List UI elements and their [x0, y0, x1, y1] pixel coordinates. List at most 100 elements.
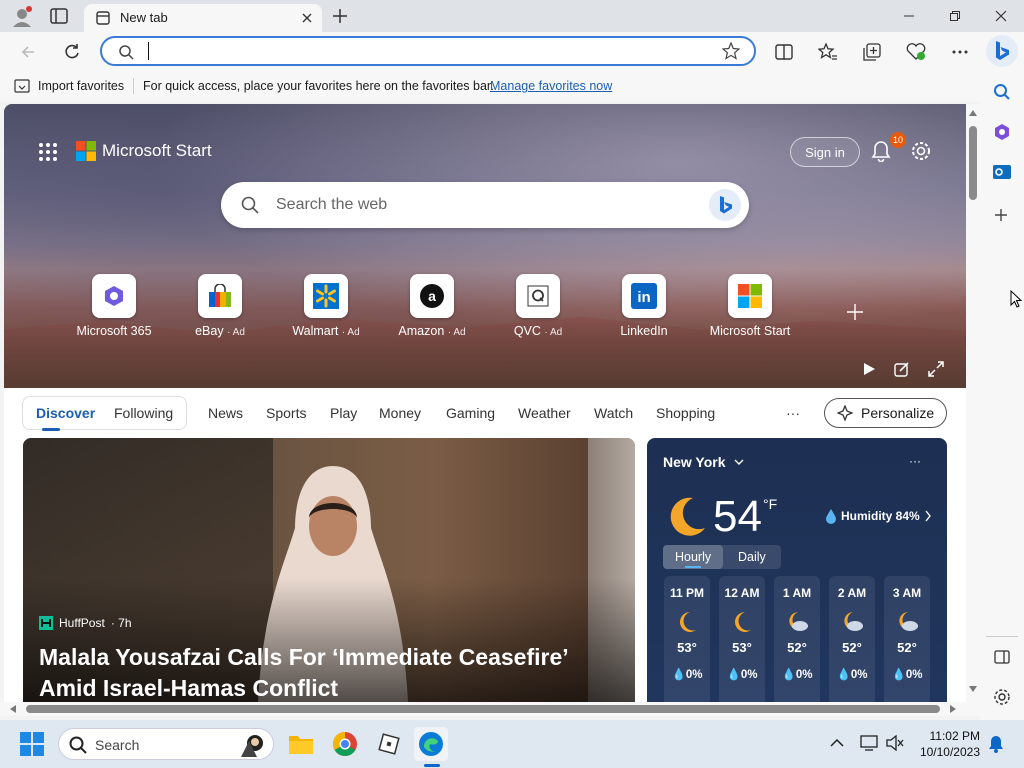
hour-time: 11 PM — [669, 586, 705, 600]
tab-hourly[interactable]: Hourly — [675, 550, 711, 564]
app-launcher-icon[interactable] — [38, 142, 58, 162]
hour-precip: 💧0% — [719, 667, 765, 681]
tab-following[interactable]: Following — [114, 405, 173, 421]
sidebar-search-icon[interactable] — [993, 83, 1011, 101]
tab-new-tab[interactable]: New tab — [84, 4, 322, 32]
page-settings-icon[interactable] — [910, 140, 932, 162]
microsoft-365-icon[interactable] — [993, 123, 1011, 141]
huffpost-logo-icon — [39, 616, 53, 630]
tab-news[interactable]: News — [208, 405, 243, 421]
volume-muted-icon[interactable] — [886, 735, 904, 751]
expand-icon[interactable] — [928, 361, 944, 377]
bing-copilot-icon[interactable] — [986, 35, 1018, 67]
weather-card[interactable]: New York ··· 54 °F Humidity 84% Hourly D… — [647, 438, 947, 702]
refresh-button[interactable] — [58, 38, 86, 66]
news-headline[interactable]: Malala Yousafzai Calls For ‘Immediate Ce… — [39, 642, 599, 702]
taskbar-search-box[interactable]: Search — [58, 728, 274, 760]
sidebar-settings-icon[interactable] — [993, 688, 1011, 706]
show-hidden-icons-chevron-icon[interactable] — [830, 738, 844, 748]
scroll-up-arrow-icon[interactable] — [969, 110, 977, 116]
address-bar[interactable] — [100, 36, 756, 66]
scroll-right-arrow-icon[interactable] — [950, 705, 956, 713]
tile-microsoft-start[interactable]: Microsoft Start — [700, 274, 800, 338]
notifications-bell-icon[interactable] — [870, 140, 892, 162]
system-clock[interactable]: 11:02 PM 10/10/2023 — [910, 728, 980, 760]
close-window-button[interactable] — [978, 0, 1024, 32]
more-tabs-button[interactable]: ··· — [786, 405, 800, 421]
tile-label: Microsoft 365 — [76, 324, 152, 338]
microsoft-start-tile-icon — [728, 274, 772, 318]
active-app-indicator — [424, 764, 440, 767]
tab-actions-icon[interactable] — [50, 8, 68, 24]
tile-ebay[interactable]: eBay · Ad — [170, 274, 270, 338]
tab-shopping[interactable]: Shopping — [656, 405, 715, 421]
tile-linkedin[interactable]: in LinkedIn — [594, 274, 694, 338]
file-explorer-icon[interactable] — [284, 727, 318, 761]
roblox-icon[interactable] — [372, 727, 406, 761]
tab-discover[interactable]: Discover — [36, 405, 95, 421]
sign-in-button[interactable]: Sign in — [790, 137, 860, 167]
bing-chat-icon[interactable] — [709, 189, 741, 221]
restore-button[interactable] — [932, 0, 978, 32]
edge-taskbar-icon[interactable] — [414, 727, 448, 761]
microsoft-start-logo[interactable]: Microsoft Start — [76, 141, 212, 161]
vertical-scrollbar[interactable] — [966, 104, 980, 702]
settings-and-more-icon[interactable] — [946, 38, 974, 66]
split-screen-icon[interactable] — [770, 38, 798, 66]
new-tab-button[interactable] — [332, 8, 348, 24]
tab-money[interactable]: Money — [379, 405, 421, 421]
network-icon[interactable] — [860, 735, 878, 751]
scroll-down-arrow-icon[interactable] — [969, 686, 977, 692]
personalize-button[interactable]: Personalize — [824, 398, 947, 428]
chevron-right-icon — [925, 510, 931, 522]
weather-location[interactable]: New York — [663, 454, 744, 470]
manage-favorites-link[interactable]: Manage favorites now — [490, 79, 612, 93]
close-tab-icon[interactable] — [300, 11, 314, 25]
tile-qvc[interactable]: QVC · Ad — [488, 274, 588, 338]
horizontal-scrollbar[interactable] — [0, 702, 980, 716]
minimize-button[interactable] — [886, 0, 932, 32]
outlook-icon[interactable] — [993, 163, 1011, 181]
tab-watch[interactable]: Watch — [594, 405, 633, 421]
tile-walmart[interactable]: Walmart · Ad — [276, 274, 376, 338]
tile-amazon[interactable]: a Amazon · Ad — [382, 274, 482, 338]
back-button[interactable] — [14, 38, 42, 66]
import-favorites-button[interactable]: Import favorites — [38, 79, 124, 93]
news-card[interactable]: HuffPost · 7h Malala Yousafzai Calls For… — [23, 438, 635, 702]
notification-bell-icon[interactable] — [988, 735, 1004, 753]
windows-start-icon[interactable] — [20, 732, 44, 756]
search-icon — [118, 44, 134, 60]
tab-weather[interactable]: Weather — [518, 405, 571, 421]
hour-precip: 💧0% — [664, 667, 710, 681]
tab-daily[interactable]: Daily — [738, 550, 766, 564]
vertical-scroll-thumb[interactable] — [969, 126, 977, 200]
humidity-link[interactable]: Humidity 84% — [825, 508, 932, 524]
hour-time: 1 AM — [782, 586, 812, 600]
tab-gaming[interactable]: Gaming — [446, 405, 495, 421]
collections-icon[interactable] — [858, 38, 886, 66]
walmart-spark-icon — [304, 274, 348, 318]
favorites-icon[interactable] — [814, 38, 842, 66]
scroll-left-arrow-icon[interactable] — [10, 705, 16, 713]
cloudy-moon-icon — [899, 612, 918, 631]
add-favorite-star-icon[interactable] — [722, 42, 740, 60]
add-shortcut-icon[interactable] — [847, 304, 863, 320]
tab-sports[interactable]: Sports — [266, 405, 306, 421]
chevron-down-icon — [734, 459, 744, 465]
hide-sidebar-icon[interactable] — [994, 650, 1010, 664]
add-sidebar-app-icon[interactable] — [994, 208, 1008, 222]
temperature-unit[interactable]: °F — [763, 496, 777, 512]
drop-icon: 💧 — [726, 669, 741, 681]
play-background-icon[interactable] — [862, 362, 876, 376]
news-age: · 7h — [110, 616, 132, 630]
hour-precip: 💧0% — [884, 667, 930, 681]
web-search-box[interactable]: Search the web — [221, 182, 749, 228]
weather-more-button[interactable]: ··· — [909, 454, 921, 468]
tile-microsoft-365[interactable]: Microsoft 365 — [64, 274, 164, 338]
browser-essentials-icon[interactable] — [902, 38, 930, 66]
profile-icon[interactable] — [10, 5, 34, 29]
tab-play[interactable]: Play — [330, 405, 357, 421]
horizontal-scroll-thumb[interactable] — [26, 705, 940, 713]
edit-background-icon[interactable] — [894, 361, 910, 377]
chrome-icon[interactable] — [328, 727, 362, 761]
